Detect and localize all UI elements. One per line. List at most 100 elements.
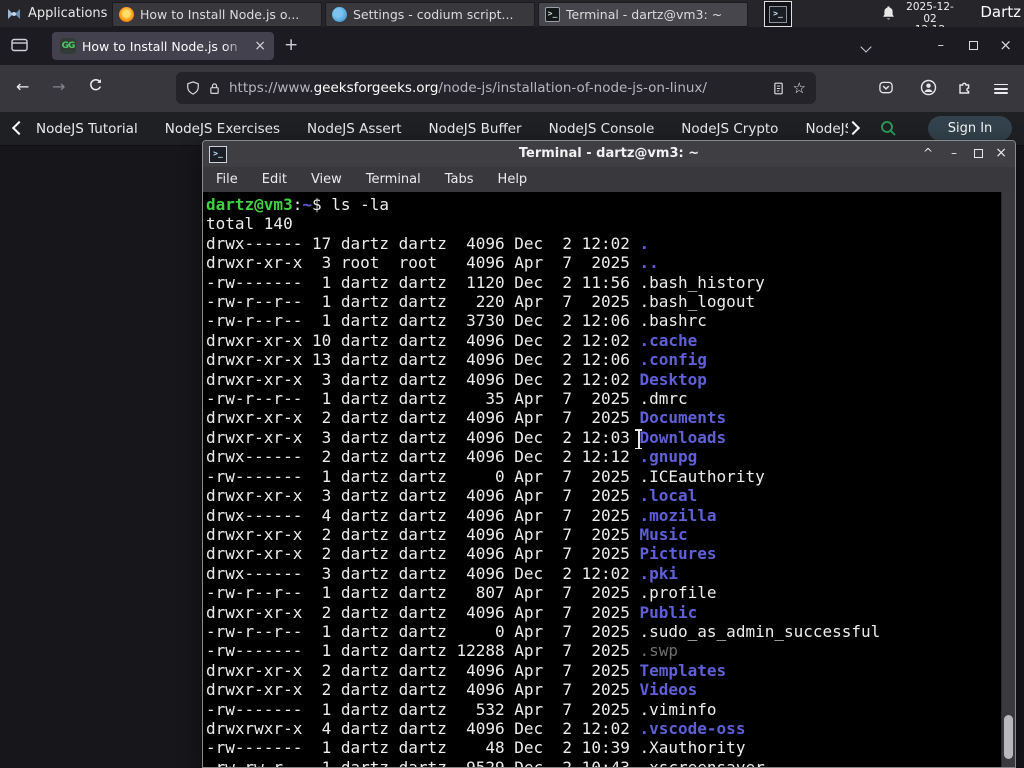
listing-filename: .bash_logout [639, 292, 756, 312]
listing-filename: .ICEauthority [639, 466, 765, 486]
listing-filename: .. [639, 253, 659, 273]
terminal-menu-edit[interactable]: Edit [262, 172, 287, 187]
terminal-listing-line: -rw------- 1 dartz dartz 1120 Dec 2 11:5… [206, 273, 1015, 292]
terminal-output[interactable]: dartz@vm3:~$ ls -la total 140 drwx------ 1… [203, 192, 1015, 767]
listing-prefix: drwxr-xr-x 3 root root 4096 Apr 7 2025 [206, 253, 640, 273]
back-button[interactable]: ← [16, 78, 29, 96]
terminal-listing-line: drwxr-xr-x 10 dartz dartz 4096 Dec 2 12:… [206, 331, 1015, 350]
terminal-listing-line: drwxr-xr-x 2 dartz dartz 4096 Apr 7 2025… [206, 680, 1015, 699]
window-maximize-button[interactable] [969, 40, 978, 53]
nav-scroll-right-icon[interactable] [845, 120, 861, 136]
listing-prefix: -rw-rw-r-- 1 dartz dartz 9529 Dec 2 10:4… [206, 758, 639, 767]
tab-list-chevron-icon[interactable] [860, 41, 872, 54]
nav-item-nodejs-assert[interactable]: NodeJS Assert [307, 121, 402, 137]
extensions-puzzle-icon[interactable] [957, 79, 973, 95]
terminal-menu-file[interactable]: File [216, 172, 238, 187]
listing-filename: . [639, 233, 650, 253]
url-scheme: https://www. [229, 80, 314, 96]
terminal-scrollbar[interactable] [1001, 192, 1015, 767]
listing-prefix: drwx------ 2 dartz dartz 4096 Dec 2 12:1… [206, 447, 640, 467]
terminal-listing-line: -rw------- 1 dartz dartz 0 Apr 7 2025 .I… [206, 467, 1015, 486]
terminal-listing-line: -rw-r--r-- 1 dartz dartz 220 Apr 7 2025 … [206, 292, 1015, 311]
terminal-menu-view[interactable]: View [311, 172, 342, 187]
terminal-menubar: File Edit View Terminal Tabs Help [203, 167, 1015, 193]
nav-item-nodejs-console[interactable]: NodeJS Console [549, 121, 655, 137]
browser-tab[interactable]: GG How to Install Node.js on × [52, 32, 274, 60]
site-search-icon[interactable] [880, 120, 897, 137]
listing-prefix: -rw------- 1 dartz dartz 48 Dec 2 10:39 [206, 738, 640, 758]
nav-item-nodejs-exercises[interactable]: NodeJS Exercises [165, 121, 280, 137]
pocket-icon[interactable] [878, 80, 894, 95]
reload-button[interactable] [88, 78, 103, 93]
terminal-listing-line: -rw-r--r-- 1 dartz dartz 0 Apr 7 2025 .s… [206, 622, 1015, 641]
terminal-listing-line: -rw------- 1 dartz dartz 48 Dec 2 10:39 … [206, 738, 1015, 757]
url-domain: geeksforgeeks.org [313, 80, 439, 96]
tab-close-icon[interactable]: × [254, 39, 266, 53]
forward-button[interactable]: → [52, 78, 65, 96]
nav-item-nodejs-crypto[interactable]: NodeJS Crypto [681, 121, 778, 137]
bookmark-star-icon[interactable]: ☆ [793, 79, 806, 97]
tracking-shield-icon[interactable] [186, 80, 200, 96]
nav-item-nodejs-tutorial[interactable]: NodeJS Tutorial [36, 121, 138, 137]
terminal-shade-button[interactable]: ^ [923, 147, 933, 159]
listing-filename: Videos [639, 680, 698, 700]
sign-in-button[interactable]: Sign In [928, 116, 1012, 141]
listing-filename: Templates [639, 660, 727, 680]
listing-prefix: drwxrwxr-x 4 dartz dartz 4096 Dec 2 12:0… [206, 718, 640, 738]
taskbar-button-terminal[interactable]: >_ Terminal - dartz@vm3: ~ [538, 2, 748, 27]
listing-filename: .local [639, 486, 698, 506]
listing-filename: Desktop [639, 369, 707, 389]
nav-scroll-left-icon[interactable] [11, 120, 27, 136]
terminal-maximize-button[interactable] [974, 148, 983, 160]
browser-tab-bar: GG How to Install Node.js on × + – × [0, 27, 1024, 65]
taskbar-button-label: Terminal - dartz@vm3: ~ [566, 7, 723, 22]
clock-date: 2025-12-02 [906, 1, 954, 25]
url-bar[interactable]: https://www.geeksforgeeks.org/node-js/in… [176, 72, 816, 104]
nav-item-nodejs-buffer[interactable]: NodeJS Buffer [429, 121, 522, 137]
tray-terminal-icon[interactable]: >_ [764, 1, 792, 27]
terminal-listing-line: drwxr-xr-x 3 dartz dartz 4096 Apr 7 2025… [206, 486, 1015, 505]
terminal-listing-line: drwxr-xr-x 3 dartz dartz 4096 Dec 2 12:0… [206, 370, 1015, 389]
listing-prefix: drwxr-xr-x 3 dartz dartz 4096 Apr 7 2025 [206, 486, 640, 506]
lock-icon[interactable] [208, 81, 221, 96]
new-tab-button[interactable]: + [284, 35, 298, 55]
window-close-button[interactable]: × [999, 38, 1012, 53]
prompt-command: $ ls -la [311, 195, 390, 214]
taskbar-button-firefox[interactable]: How to Install Node.js o... [112, 2, 322, 27]
terminal-listing-line: drwxrwxr-x 4 dartz dartz 4096 Dec 2 12:0… [206, 719, 1015, 738]
terminal-close-button[interactable]: × [995, 146, 1007, 160]
listing-prefix: drwxr-xr-x 3 dartz dartz 4096 Dec 2 12:0… [206, 369, 640, 389]
terminal-listing-line: drwx------ 2 dartz dartz 4096 Dec 2 12:1… [206, 447, 1015, 466]
terminal-titlebar[interactable]: >_ Terminal - dartz@vm3: ~ ^ – × [203, 141, 1015, 168]
reader-mode-icon[interactable] [772, 81, 785, 96]
account-icon[interactable] [920, 79, 937, 96]
applications-menu[interactable]: Applications [6, 0, 107, 27]
terminal-minimize-button[interactable]: – [951, 147, 957, 159]
listing-prefix: drwxr-xr-x 2 dartz dartz 4096 Apr 7 2025 [206, 524, 640, 544]
listing-filename: .config [639, 350, 707, 370]
taskbar-button-codium[interactable]: Settings - codium script... [325, 2, 535, 27]
listing-filename: .mozilla [639, 505, 717, 525]
terminal-menu-tabs[interactable]: Tabs [445, 172, 474, 187]
terminal-listing-line: drwxr-xr-x 2 dartz dartz 4096 Apr 7 2025… [206, 408, 1015, 427]
browser-toolbar: ← → https://www.geeksforgeeks.org/node-j… [0, 65, 1024, 113]
listing-prefix: drwxr-xr-x 2 dartz dartz 4096 Apr 7 2025 [206, 544, 640, 564]
menu-hamburger-icon[interactable] [994, 81, 1008, 97]
terminal-listing-line: drwx------ 17 dartz dartz 4096 Dec 2 12:… [206, 234, 1015, 253]
firefox-view-icon[interactable] [11, 37, 29, 53]
terminal-menu-terminal[interactable]: Terminal [366, 172, 421, 187]
terminal-scrollbar-thumb[interactable] [1004, 715, 1013, 759]
terminal-menu-help[interactable]: Help [498, 172, 528, 187]
listing-prefix: drwx------ 17 dartz dartz 4096 Dec 2 12:… [206, 233, 640, 253]
terminal-listing-line: -rw-rw-r-- 1 dartz dartz 9529 Dec 2 10:4… [206, 758, 1015, 767]
window-minimize-button[interactable]: – [938, 39, 945, 52]
listing-filename: .pki [639, 563, 679, 583]
distro-logo-icon [8, 8, 20, 19]
prompt-path: ~ [302, 195, 312, 214]
listing-prefix: drwxr-xr-x 13 dartz dartz 4096 Dec 2 12:… [206, 350, 640, 370]
nav-item-nodejs-dns[interactable]: NodeJS DNS [805, 121, 848, 137]
prompt-user-host: dartz@vm3 [206, 195, 293, 214]
taskbar-button-label: How to Install Node.js o... [140, 7, 300, 22]
notification-bell-icon[interactable] [881, 5, 896, 21]
listing-filename: .gnupg [639, 447, 698, 467]
